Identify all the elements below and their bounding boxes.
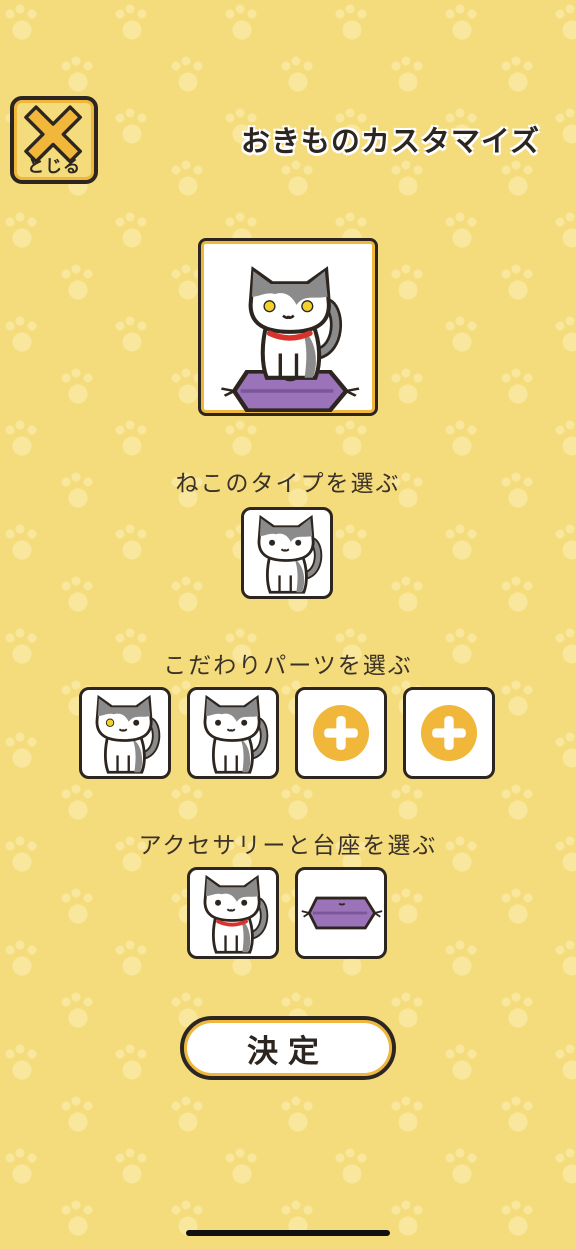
plus-icon [420,704,478,762]
home-indicator [186,1230,390,1236]
cat-icon [190,870,276,956]
accessory-option-collar[interactable] [187,867,279,959]
plus-icon [312,704,370,762]
section-label-parts: こだわりパーツを選ぶ [163,653,413,679]
figurine-preview-image [201,241,375,413]
parts-add-slot-2[interactable] [403,687,495,779]
confirm-button[interactable]: 決定 [180,1016,396,1080]
close-label: とじる [27,157,81,177]
section-label-accessory: アクセサリーと台座を選ぶ [138,833,438,859]
page-title: おきものカスタマイズ [240,124,540,158]
figurine-preview [198,238,378,416]
cushion-icon [300,896,384,930]
cat-icon [82,690,168,776]
parts-add-slot-1[interactable] [295,687,387,779]
cat-type-option[interactable] [241,507,333,599]
cat-icon [190,690,276,776]
cat-icon [244,510,330,596]
parts-option-eyes[interactable] [79,687,171,779]
pedestal-option-cushion[interactable] [295,867,387,959]
parts-option-cat[interactable] [187,687,279,779]
section-label-cat-type: ねこのタイプを選ぶ [175,471,401,497]
confirm-label: 決定 [247,1033,329,1070]
close-button[interactable]: とじる [10,96,98,184]
